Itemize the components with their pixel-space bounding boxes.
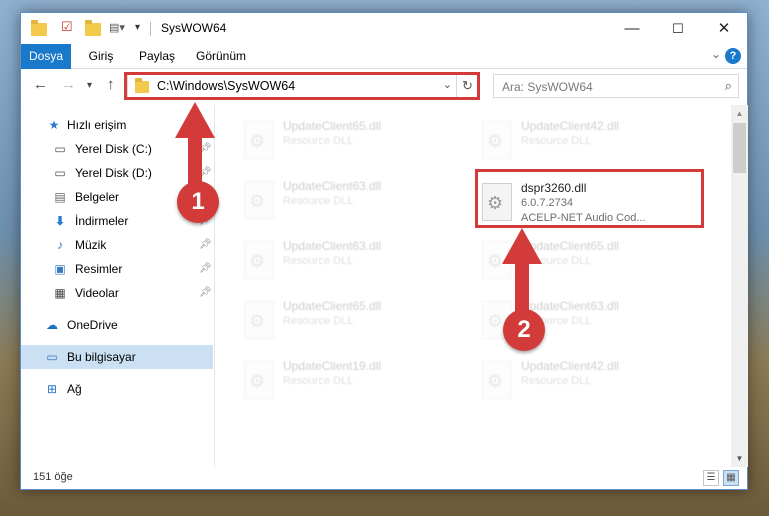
- ribbon-tabs: Dosya Giriş Paylaş Görünüm ⌄ ?: [21, 44, 747, 69]
- dll-file-icon: ⚙: [482, 121, 512, 159]
- file-item[interactable]: ⚙ UpdateClient19.dll Resource DLL: [236, 355, 456, 407]
- sidebar-item-label: Bu bilgisayar: [67, 350, 136, 364]
- search-placeholder: Ara: SysWOW64: [502, 80, 593, 94]
- sidebar-item-videos[interactable]: ▦ Videolar 📌︎: [21, 281, 213, 305]
- sidebar-item-label: Ağ: [67, 382, 82, 396]
- file-description: Resource DLL: [283, 255, 354, 267]
- file-name: UpdateClient65.dll: [283, 119, 382, 133]
- file-item[interactable]: ⚙ UpdateClient65.dll Resource DLL: [236, 295, 456, 347]
- file-name: UpdateClient42.dll: [521, 119, 620, 133]
- videos-icon: ▦: [54, 286, 66, 300]
- forward-arrow-icon[interactable]: →: [61, 76, 76, 93]
- properties-icon[interactable]: ☑: [61, 19, 77, 35]
- dll-file-icon: ⚙: [244, 301, 274, 339]
- sidebar-item-network[interactable]: ⊞ Ağ: [21, 377, 213, 401]
- pin-icon[interactable]: 📌︎: [199, 233, 212, 257]
- file-name: UpdateClient42.dll: [521, 359, 620, 373]
- file-item[interactable]: ⚙ UpdateClient65.dll Resource DLL: [236, 115, 456, 167]
- vertical-scrollbar[interactable]: ▲ ▼: [731, 105, 748, 467]
- file-description: Resource DLL: [283, 315, 354, 327]
- expand-ribbon-icon[interactable]: ⌄: [711, 47, 721, 61]
- search-input[interactable]: Ara: SysWOW64 ⌕: [493, 74, 739, 98]
- dll-file-icon: ⚙: [482, 361, 512, 399]
- sidebar-item-label: Videolar: [75, 286, 119, 300]
- star-icon: ★: [48, 118, 60, 132]
- maximize-button[interactable]: ☐: [655, 13, 701, 44]
- qat-customize-icon[interactable]: ▤▾: [109, 21, 125, 37]
- file-description: Resource DLL: [521, 375, 592, 387]
- step-1-badge: 1: [177, 181, 219, 223]
- file-list: ⚙ UpdateClient65.dll Resource DLL ⚙ Upda…: [216, 105, 731, 467]
- file-name: UpdateClient63.dll: [283, 179, 382, 193]
- dll-file-icon: ⚙: [244, 121, 274, 159]
- minimize-button[interactable]: —: [609, 13, 655, 44]
- sidebar-item-label: Yerel Disk (D:): [75, 166, 152, 180]
- music-icon: ♪: [57, 238, 63, 252]
- network-icon: ⊞: [46, 382, 58, 396]
- tab-view[interactable]: Görünüm: [191, 44, 251, 69]
- computer-icon: ▭: [46, 350, 58, 364]
- drive-icon: ▭: [54, 142, 66, 156]
- sidebar-item-onedrive[interactable]: ☁ OneDrive: [21, 313, 213, 337]
- dll-file-icon: ⚙: [244, 181, 274, 219]
- scroll-down-icon[interactable]: ▼: [731, 450, 748, 467]
- file-description: Resource DLL: [521, 135, 592, 147]
- sidebar-item-label: Yerel Disk (C:): [75, 142, 152, 156]
- file-item[interactable]: ⚙ UpdateClient42.dll Resource DLL: [474, 115, 694, 167]
- folder-icon: [31, 20, 47, 36]
- status-bar: 151 öğe ☰ ▦: [21, 467, 747, 489]
- search-icon[interactable]: ⌕: [725, 78, 732, 94]
- new-folder-icon[interactable]: [85, 20, 101, 36]
- sidebar-item-label: Hızlı erişim: [67, 118, 127, 132]
- pictures-icon: ▣: [54, 262, 66, 276]
- pin-icon[interactable]: 📌︎: [199, 281, 212, 305]
- help-icon[interactable]: ?: [725, 48, 741, 64]
- downloads-icon: ⬇: [54, 214, 66, 228]
- file-item[interactable]: ⚙ UpdateClient42.dll Resource DLL: [474, 355, 694, 407]
- documents-icon: ▤: [54, 190, 66, 204]
- dll-file-icon: ⚙: [244, 361, 274, 399]
- sidebar-item-label: Belgeler: [75, 190, 120, 204]
- qat-dropdown-icon[interactable]: ▾: [135, 22, 151, 38]
- recent-dropdown-icon[interactable]: ▾: [87, 80, 92, 91]
- back-arrow-icon[interactable]: ←: [33, 76, 48, 93]
- tiles-view-icon[interactable]: ▦: [723, 470, 739, 486]
- file-highlight: [475, 169, 704, 228]
- up-arrow-icon[interactable]: ↑: [107, 76, 115, 93]
- file-description: Resource DLL: [283, 195, 354, 207]
- file-item[interactable]: ⚙ UpdateClient63.dll Resource DLL: [236, 235, 456, 287]
- file-item[interactable]: ⚙ UpdateClient63.dll Resource DLL: [236, 175, 456, 227]
- dll-file-icon: ⚙: [244, 241, 274, 279]
- title-bar: ☑ ▤▾ ▾ SysWOW64 — ☐ ✕: [21, 13, 747, 44]
- window-title: SysWOW64: [161, 21, 227, 35]
- file-name: UpdateClient19.dll: [283, 359, 382, 373]
- tab-home[interactable]: Giriş: [81, 44, 121, 69]
- sidebar-item-music[interactable]: ♪ Müzik 📌︎: [21, 233, 213, 257]
- sidebar-item-label: Müzik: [75, 238, 107, 252]
- file-name: UpdateClient65.dll: [283, 299, 382, 313]
- sidebar-item-label: Resimler: [75, 262, 123, 276]
- scroll-thumb[interactable]: [733, 123, 746, 173]
- close-button[interactable]: ✕: [701, 13, 747, 44]
- item-count: 151 öğe: [33, 471, 73, 483]
- tab-file[interactable]: Dosya: [21, 44, 71, 69]
- step-2-badge: 2: [503, 309, 545, 351]
- pin-icon[interactable]: 📌︎: [199, 257, 212, 281]
- tab-share[interactable]: Paylaş: [134, 44, 180, 69]
- title-separator: [150, 22, 151, 36]
- sidebar-item-this-pc[interactable]: ▭ Bu bilgisayar: [21, 345, 213, 369]
- file-name: UpdateClient63.dll: [283, 239, 382, 253]
- address-bar-highlight: [124, 72, 480, 100]
- file-description: Resource DLL: [283, 135, 354, 147]
- drive-icon: ▭: [54, 166, 66, 180]
- details-view-icon[interactable]: ☰: [703, 470, 719, 486]
- sidebar-item-pictures[interactable]: ▣ Resimler 📌︎: [21, 257, 213, 281]
- sidebar-item-label: OneDrive: [67, 318, 118, 332]
- file-description: Resource DLL: [283, 375, 354, 387]
- cloud-icon: ☁: [46, 318, 58, 332]
- scroll-up-icon[interactable]: ▲: [731, 105, 748, 122]
- sidebar-item-label: İndirmeler: [75, 214, 129, 228]
